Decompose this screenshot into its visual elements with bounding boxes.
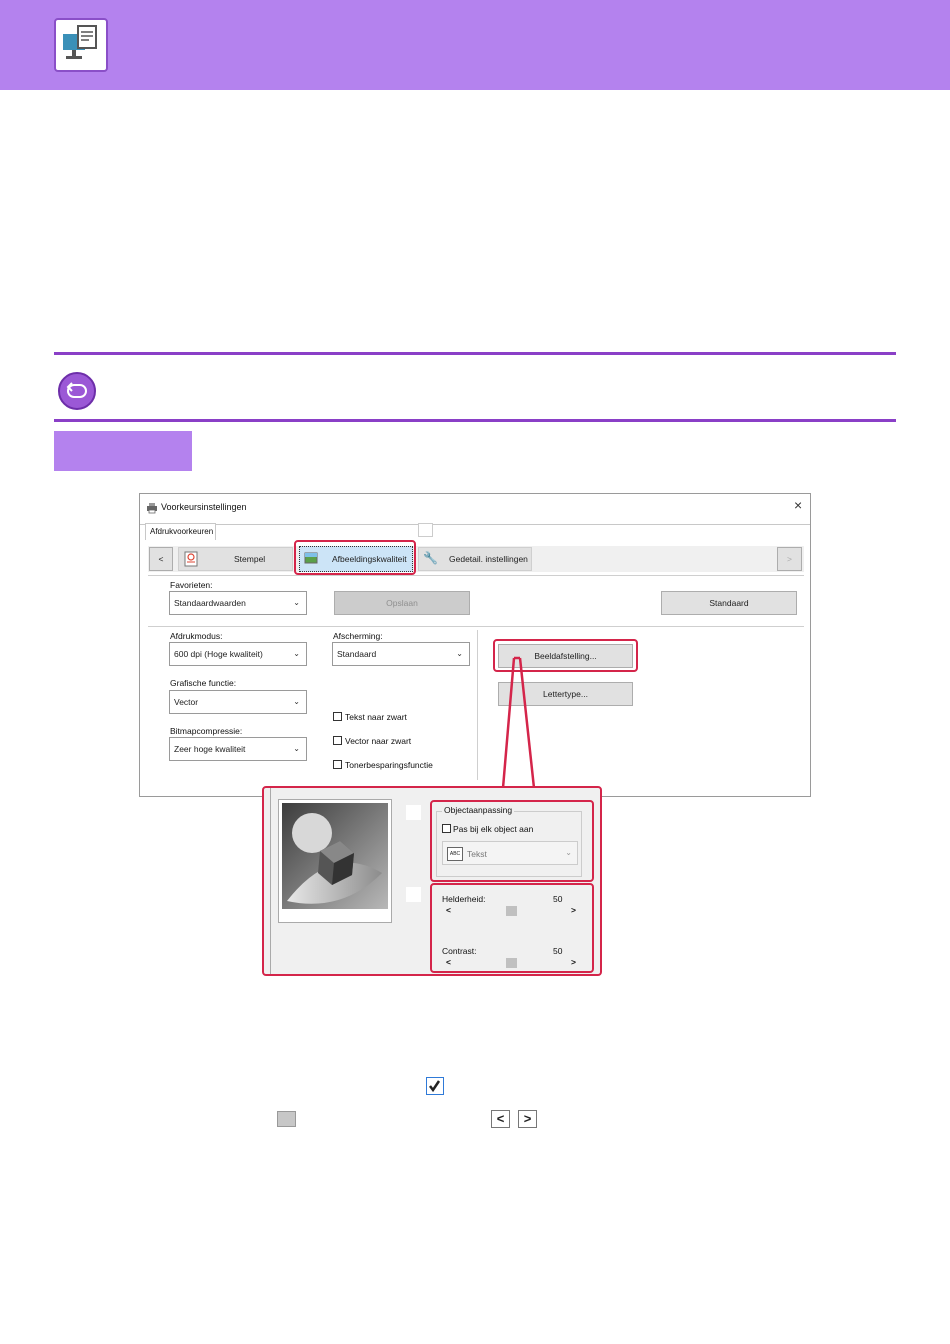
highlight-sliders (430, 883, 594, 973)
return-icon (58, 372, 96, 410)
highlight-afbeeldingskwaliteit (294, 540, 416, 575)
opslaan-button[interactable]: Opslaan (334, 591, 470, 615)
grafische-functie-select[interactable]: Vector ⌄ (169, 690, 307, 714)
afscherming-label: Afscherming: (333, 631, 383, 641)
bitmapcompressie-value: Zeer hoge kwaliteit (174, 744, 246, 754)
tonerbesparing-checkbox[interactable] (333, 760, 342, 769)
image-adjustment-popup: Objectaanpassing Pas bij elk object aan … (262, 786, 602, 976)
afdrukmodus-label: Afdrukmodus: (170, 631, 223, 641)
step-block (54, 431, 192, 471)
vector-naar-zwart-label: Vector naar zwart (345, 736, 412, 746)
preferences-dialog: Voorkeursinstellingen × Afdrukvoorkeuren… (139, 493, 811, 797)
marker-box (418, 523, 433, 537)
right-arrow-icon: > (518, 1110, 537, 1128)
chevron-down-icon: ⌄ (456, 649, 463, 658)
bitmapcompressie-select[interactable]: Zeer hoge kwaliteit ⌄ (169, 737, 307, 761)
favorieten-label: Favorieten: (170, 580, 213, 590)
marker-box (406, 887, 421, 902)
tekst-naar-zwart-label: Tekst naar zwart (345, 712, 407, 722)
callout-connector (501, 656, 536, 789)
tab-afdrukvoorkeuren[interactable]: Afdrukvoorkeuren (145, 523, 216, 540)
divider-bottom (54, 419, 896, 422)
toolbar-next-button[interactable]: > (777, 547, 802, 571)
toolbar-prev-button[interactable]: < (149, 547, 173, 571)
close-button[interactable]: × (794, 497, 802, 513)
printer-section-icon (54, 18, 108, 72)
toolbar-gedetailleerd-button[interactable]: 🔧 Gedetail. instellingen (418, 547, 532, 571)
slider-thumb-icon (277, 1111, 296, 1127)
preview-image (282, 803, 388, 909)
tab-label: Afdrukvoorkeuren (150, 527, 214, 536)
afscherming-value: Standaard (337, 649, 377, 659)
separator-2 (148, 626, 804, 627)
favorieten-value: Standaardwaarden (174, 598, 246, 608)
printer-icon (146, 501, 158, 519)
vertical-separator (477, 630, 478, 780)
checkbox-checked-icon (426, 1077, 444, 1095)
chevron-down-icon: ⌄ (293, 744, 300, 753)
stempel-icon (184, 551, 198, 575)
stempel-label: Stempel (234, 554, 266, 564)
page-header (0, 0, 950, 90)
toolbar-stempel-button[interactable]: Stempel (178, 547, 293, 571)
popup-edge (270, 788, 271, 974)
afdrukmodus-select[interactable]: 600 dpi (Hoge kwaliteit) ⌄ (169, 642, 307, 666)
dialog-title: Voorkeursinstellingen (161, 502, 247, 512)
tekst-naar-zwart-checkbox[interactable] (333, 712, 342, 721)
tab-divider (140, 524, 810, 525)
gedetailleerd-label: Gedetail. instellingen (449, 554, 528, 564)
grafische-functie-label: Grafische functie: (170, 678, 237, 688)
divider-top (54, 352, 896, 355)
separator-1 (148, 575, 804, 576)
tonerbesparing-label: Tonerbesparingsfunctie (345, 760, 433, 770)
favorieten-select[interactable]: Standaardwaarden ⌄ (169, 591, 307, 615)
left-arrow-icon: < (491, 1110, 510, 1128)
wrench-icon: 🔧 (423, 551, 438, 565)
afdrukmodus-value: 600 dpi (Hoge kwaliteit) (174, 649, 263, 659)
vector-naar-zwart-checkbox[interactable] (333, 736, 342, 745)
chevron-down-icon: ⌄ (293, 697, 300, 706)
marker-box (406, 805, 421, 820)
highlight-objectaanpassing (430, 800, 594, 882)
chevron-down-icon: ⌄ (293, 649, 300, 658)
bitmapcompressie-label: Bitmapcompressie: (170, 726, 243, 736)
afscherming-select[interactable]: Standaard ⌄ (332, 642, 470, 666)
chevron-down-icon: ⌄ (293, 598, 300, 607)
preview-frame (278, 799, 392, 923)
grafische-functie-value: Vector (174, 697, 199, 707)
standaard-button[interactable]: Standaard (661, 591, 797, 615)
